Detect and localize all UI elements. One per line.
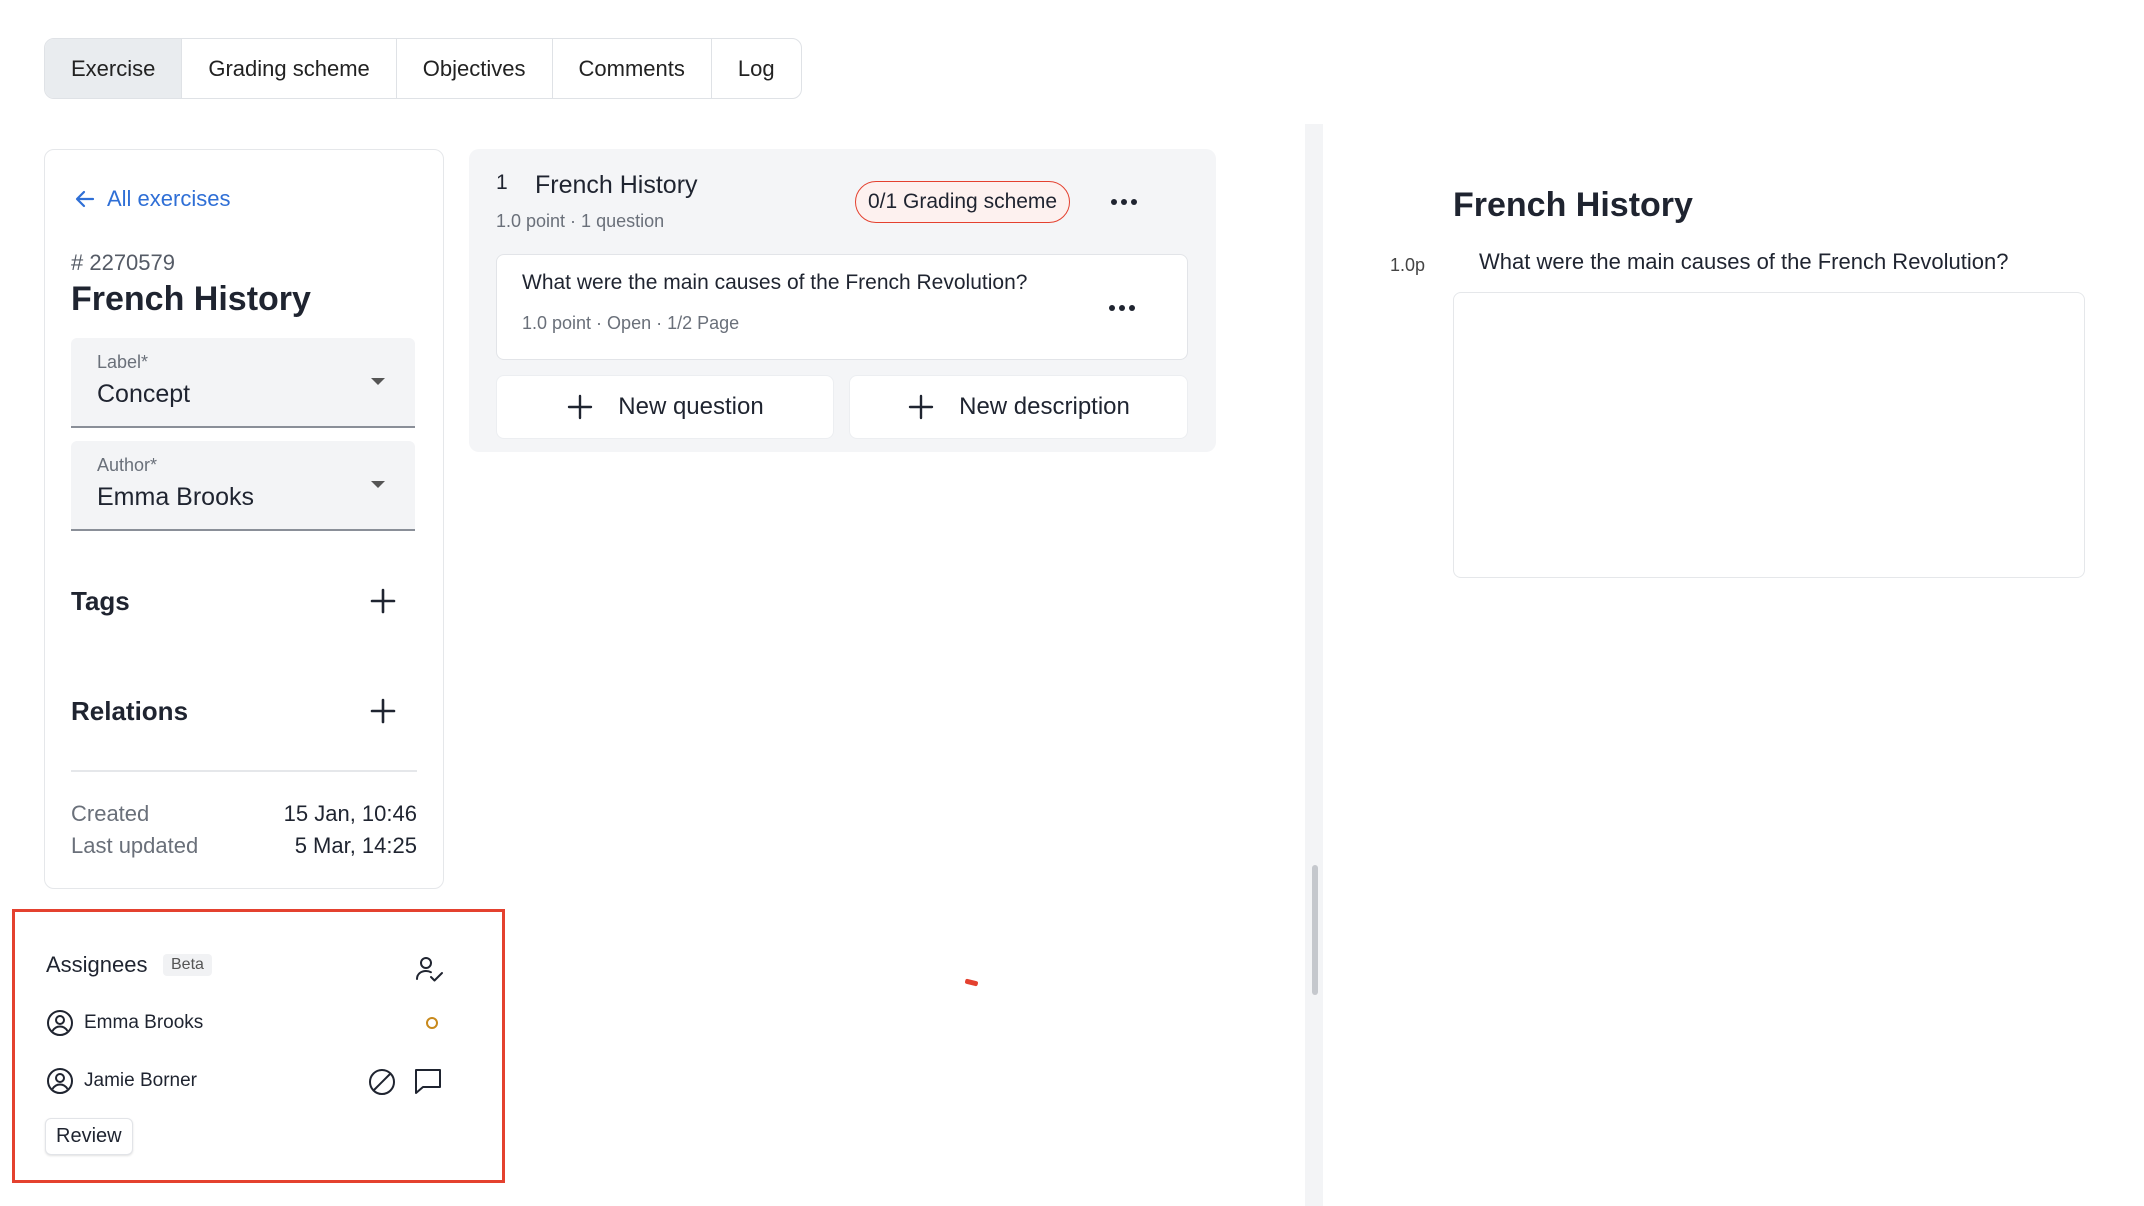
new-question-button[interactable]: New question [496, 375, 834, 439]
preview-answer-box[interactable] [1453, 292, 2085, 578]
author-select-label: Author* [97, 455, 158, 475]
label-select[interactable]: Label* Concept [71, 338, 415, 428]
grading-scheme-badge[interactable]: 0/1 Grading scheme [855, 181, 1071, 223]
question-text: What were the main causes of the French … [522, 271, 1028, 294]
last-updated-value: 5 Mar, 14:25 [294, 833, 417, 858]
add-tag-button[interactable] [367, 585, 399, 617]
more-options-icon[interactable] [1111, 199, 1137, 205]
panel-separator [1305, 124, 1323, 1206]
new-description-label: New description [959, 393, 1130, 420]
created-value: 15 Jan, 10:46 [283, 801, 417, 826]
exercise-details-card: All exercises # 2270579 French History L… [44, 149, 444, 889]
arrow-left-icon [73, 187, 97, 211]
relations-heading: Relations [71, 696, 189, 726]
question-card[interactable]: What were the main causes of the French … [496, 254, 1188, 360]
preview-points: 1.0p [1390, 255, 1426, 275]
author-select[interactable]: Author* Emma Brooks [71, 441, 415, 531]
tags-heading: Tags [71, 586, 130, 616]
plus-icon [370, 588, 396, 614]
question-meta: 1.0 point · Open · 1/2 Page [522, 313, 740, 333]
caret-down-icon [371, 378, 385, 385]
assignees-panel: Assignees Beta Emma Brooks Jamie Borner … [12, 909, 505, 1183]
plus-icon [568, 394, 593, 420]
preview-title: French History [1453, 186, 1693, 224]
exercise-title: French History [71, 280, 311, 318]
more-options-icon[interactable] [1109, 305, 1135, 311]
tab-comments[interactable]: Comments [553, 39, 712, 98]
question-group-subtitle: 1.0 point · 1 question [496, 211, 665, 231]
assignee-name: Emma Brooks [84, 1012, 204, 1033]
preview-question: What were the main causes of the French … [1479, 249, 2009, 274]
all-exercises-link[interactable]: All exercises [73, 186, 230, 212]
blocked-icon[interactable] [367, 1067, 397, 1097]
caret-down-icon [371, 481, 385, 488]
author-select-value: Emma Brooks [97, 483, 254, 511]
question-group-number: 1 [496, 171, 508, 194]
assignee-row: Emma Brooks [46, 1009, 203, 1037]
label-select-label: Label* [97, 352, 149, 372]
scrollbar-thumb[interactable] [1312, 865, 1318, 995]
plus-icon [908, 394, 934, 420]
tab-grading-scheme[interactable]: Grading scheme [182, 39, 397, 98]
label-select-value: Concept [97, 380, 191, 408]
assign-user-button[interactable] [414, 954, 444, 984]
tab-log[interactable]: Log [712, 39, 801, 98]
loading-indicator [964, 978, 979, 987]
user-circle-icon [47, 1010, 73, 1036]
assignees-title: Assignees [46, 952, 148, 977]
pending-circle-icon [425, 1016, 439, 1030]
exercise-id: # 2270579 [71, 250, 175, 275]
tab-exercise[interactable]: Exercise [45, 39, 183, 98]
created-label: Created [71, 801, 150, 826]
new-question-label: New question [618, 393, 764, 420]
question-group-title: French History [535, 171, 698, 199]
tab-bar: Exercise Grading scheme Objectives Comme… [44, 38, 802, 99]
all-exercises-label: All exercises [107, 186, 231, 211]
review-button[interactable]: Review [45, 1118, 133, 1155]
tab-objectives[interactable]: Objectives [397, 39, 553, 98]
user-circle-icon [47, 1068, 73, 1094]
assignee-name: Jamie Borner [84, 1070, 197, 1091]
comment-icon[interactable] [412, 1065, 444, 1097]
new-description-button[interactable]: New description [849, 375, 1188, 439]
beta-badge: Beta [163, 954, 212, 976]
section-divider [71, 770, 417, 772]
plus-icon [370, 698, 396, 724]
add-relation-button[interactable] [367, 695, 399, 727]
question-group-panel: 1 French History 1.0 point · 1 question … [469, 149, 1216, 452]
last-updated-label: Last updated [71, 833, 199, 858]
user-check-icon [416, 957, 443, 982]
assignee-row: Jamie Borner [46, 1067, 197, 1095]
